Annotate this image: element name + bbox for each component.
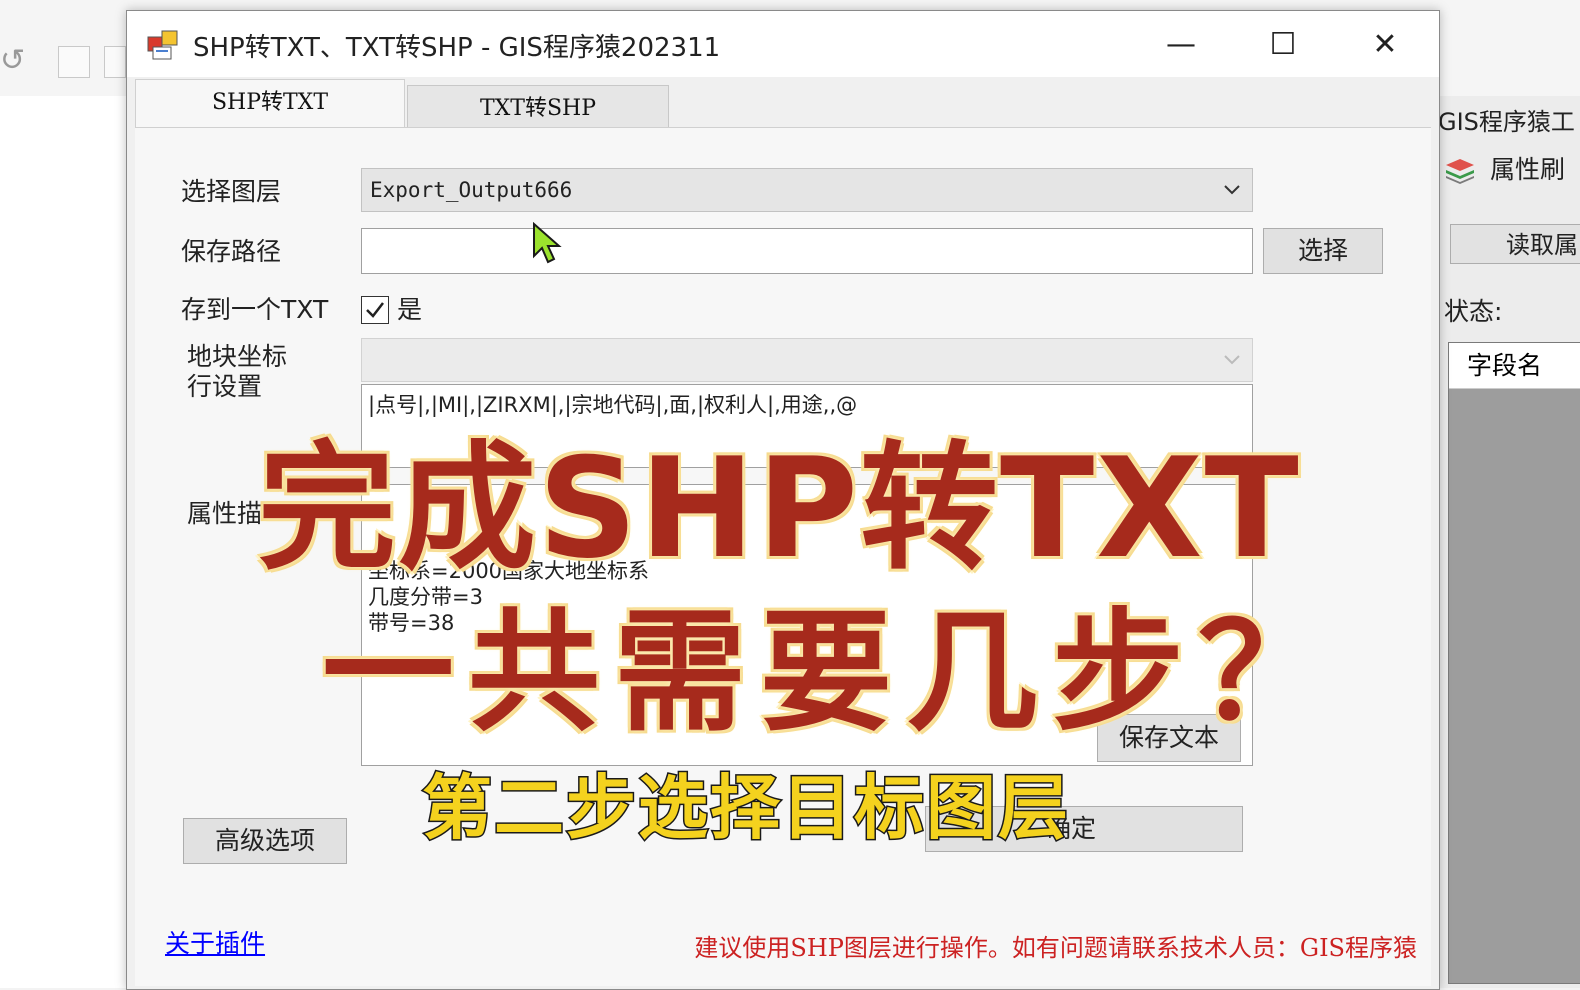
attribute-brush-label: 属性刷 bbox=[1490, 155, 1566, 184]
parcel-row-select[interactable] bbox=[361, 338, 1253, 382]
undo-icon[interactable]: ↺ bbox=[0, 46, 30, 76]
tab-strip: SHP转TXT TXT转SHP bbox=[127, 79, 1439, 133]
read-attributes-button[interactable]: 读取属 bbox=[1450, 224, 1580, 264]
tab-txt-to-shp[interactable]: TXT转SHP bbox=[407, 85, 669, 133]
maximize-button[interactable]: ☐ bbox=[1261, 23, 1305, 67]
about-plugin-link[interactable]: 关于插件 bbox=[165, 924, 265, 960]
app-icon bbox=[147, 30, 178, 60]
field-grid[interactable]: 字段名 bbox=[1448, 342, 1580, 984]
status-label: 状态: bbox=[1444, 297, 1503, 326]
field-name-header: 字段名 bbox=[1449, 343, 1580, 389]
single-txt-checkbox[interactable] bbox=[361, 296, 389, 324]
window-title: SHP转TXT、TXT转SHP - GIS程序猿202311 bbox=[193, 33, 721, 63]
save-path-input[interactable] bbox=[361, 228, 1253, 274]
overlay-subtitle: 第二步选择目标图层 bbox=[421, 766, 1070, 851]
checkmark-icon bbox=[366, 302, 384, 318]
title-bar[interactable]: SHP转TXT、TXT转SHP - GIS程序猿202311 — ☐ ✕ bbox=[127, 11, 1439, 77]
tab-shp-to-txt[interactable]: SHP转TXT bbox=[135, 79, 405, 130]
attribute-desc-label: 属性描 bbox=[187, 499, 263, 528]
host-map-area bbox=[0, 96, 128, 988]
close-button[interactable]: ✕ bbox=[1363, 23, 1407, 67]
minimize-button[interactable]: — bbox=[1159, 23, 1203, 67]
parcel-row-label-line1: 地块坐标 bbox=[187, 342, 288, 371]
single-txt-option: 是 bbox=[397, 295, 423, 324]
layer-label: 选择图层 bbox=[181, 177, 282, 206]
table-icon[interactable] bbox=[58, 46, 90, 78]
browse-button[interactable]: 选择 bbox=[1263, 228, 1383, 274]
chevron-down-icon bbox=[1224, 355, 1240, 365]
path-label: 保存路径 bbox=[181, 237, 282, 266]
parcel-row-label: 地块坐标 行设置 bbox=[187, 342, 287, 402]
layers-icon bbox=[1446, 159, 1474, 184]
layer-select[interactable]: Export_Output666 bbox=[361, 168, 1253, 212]
chevron-down-icon bbox=[1224, 185, 1240, 195]
attribute-brush-tool[interactable]: 属性刷 bbox=[1444, 150, 1565, 186]
side-panel-title: GIS程序猿工 bbox=[1438, 108, 1575, 136]
single-txt-label: 存到一个TXT bbox=[181, 295, 329, 324]
layer-select-value: Export_Output666 bbox=[370, 178, 573, 202]
overlay-headline-line2: 一共需要几步？ bbox=[320, 594, 1344, 753]
host-side-panel: GIS程序猿工 属性刷 读取属 状态: 字段名 bbox=[1437, 96, 1580, 988]
footer-hint: 建议使用SHP图层进行操作。如有问题请联系技术人员：GIS程序猿 bbox=[694, 934, 1417, 962]
tool-icon[interactable] bbox=[104, 46, 126, 78]
advanced-options-button[interactable]: 高级选项 bbox=[183, 818, 347, 864]
mouse-cursor-icon bbox=[533, 222, 562, 264]
